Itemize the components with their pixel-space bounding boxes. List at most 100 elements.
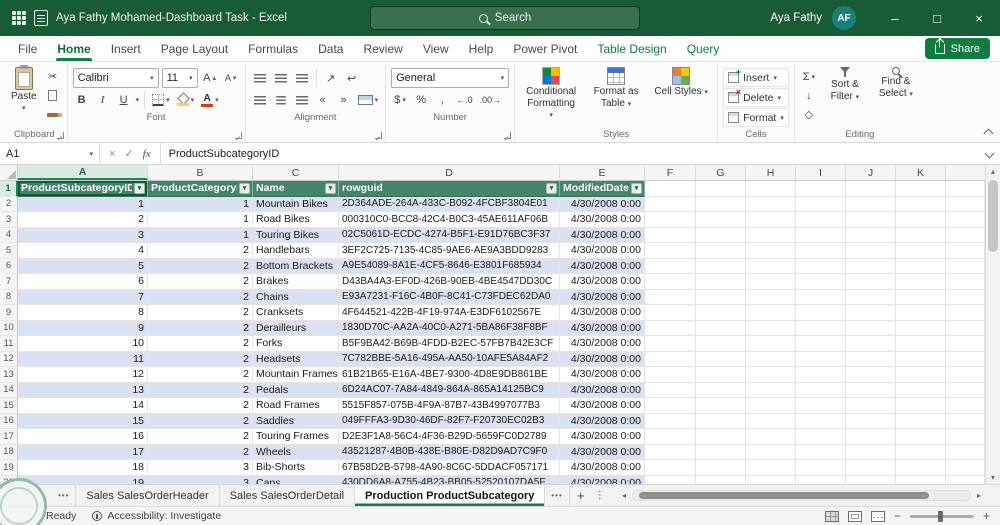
column-header-F[interactable]: F (645, 165, 696, 180)
cell-I3[interactable] (796, 212, 846, 228)
cell-B10[interactable]: 2 (148, 320, 253, 336)
cell-C3[interactable]: Road Bikes (253, 212, 339, 228)
cell-B18[interactable]: 2 (148, 444, 253, 460)
select-all-button[interactable] (0, 165, 18, 180)
row-header-3[interactable]: 3 (0, 212, 18, 228)
row-header-9[interactable]: 9 (0, 305, 18, 321)
cell-G13[interactable] (696, 367, 746, 383)
menu-tab-formulas[interactable]: Formulas (238, 36, 308, 61)
cell-E16[interactable]: 4/30/2008 0:00 (560, 413, 645, 429)
vertical-scroll-thumb[interactable] (988, 180, 998, 252)
sort-filter-button[interactable]: Sort & Filter ▾ (821, 65, 869, 104)
cell-H11[interactable] (746, 336, 796, 352)
cell-I14[interactable] (796, 382, 846, 398)
filter-button-C[interactable]: ▾ (325, 183, 336, 194)
zoom-out-button[interactable]: − (894, 509, 901, 523)
italic-button[interactable]: I (94, 92, 112, 109)
cell-H15[interactable] (746, 398, 796, 414)
cell-C6[interactable]: Bottom Brackets (253, 258, 339, 274)
filter-button-A[interactable]: ▾ (134, 183, 145, 194)
decrease-indent-button[interactable]: « (314, 92, 332, 109)
row-header-7[interactable]: 7 (0, 274, 18, 290)
cell-A2[interactable]: 1 (18, 196, 148, 212)
fill-button[interactable]: ↓ (800, 87, 818, 104)
cell-G14[interactable] (696, 382, 746, 398)
cell-G2[interactable] (696, 196, 746, 212)
cell-H5[interactable] (746, 243, 796, 259)
filter-button-E[interactable]: ▾ (631, 183, 642, 194)
cell-D3[interactable]: 000310C0-BCC8-42C4-B0C3-45AE611AF06B (339, 212, 560, 228)
cell-H9[interactable] (746, 305, 796, 321)
comma-style-button[interactable]: , (433, 92, 451, 109)
accounting-format-button[interactable]: $ ▾ (391, 92, 409, 109)
cell-F6[interactable] (645, 258, 696, 274)
decrease-decimal-button[interactable]: .00→ (478, 92, 504, 109)
cell-C9[interactable]: Cranksets (253, 305, 339, 321)
cell-K3[interactable] (896, 212, 946, 228)
row-header-2[interactable]: 2 (0, 196, 18, 212)
cell-A3[interactable]: 2 (18, 212, 148, 228)
menu-tab-home[interactable]: Home (47, 36, 100, 61)
cell-F18[interactable] (645, 444, 696, 460)
number-dialog-launcher[interactable] (504, 132, 512, 139)
cell-H1[interactable] (746, 181, 796, 197)
cell-J11[interactable] (846, 336, 896, 352)
cell-C15[interactable]: Road Frames (253, 398, 339, 414)
cell-B7[interactable]: 2 (148, 274, 253, 290)
sheet-options-icon[interactable]: ⋮ (592, 485, 608, 506)
column-header-D[interactable]: D (339, 165, 560, 180)
cell-I2[interactable] (796, 196, 846, 212)
sheet-tab-overflow-1[interactable]: ••• (52, 485, 77, 506)
cell-J19[interactable] (846, 460, 896, 476)
cell-E5[interactable]: 4/30/2008 0:00 (560, 243, 645, 259)
menu-tab-review[interactable]: Review (353, 36, 412, 61)
row-header-14[interactable]: 14 (0, 382, 18, 398)
cell-I20[interactable] (796, 475, 846, 484)
insert-function-icon[interactable]: fx (143, 148, 151, 160)
row-header-10[interactable]: 10 (0, 320, 18, 336)
normal-view-button[interactable] (824, 510, 839, 522)
sheet-tab-production-productsubcategory[interactable]: Production ProductSubcategory (355, 485, 546, 506)
cell-B4[interactable]: 1 (148, 227, 253, 243)
horizontal-scrollbar[interactable]: ◂ ▸ (618, 487, 985, 504)
scroll-left-icon[interactable]: ◂ (618, 491, 630, 500)
cell-A11[interactable]: 10 (18, 336, 148, 352)
menu-tab-file[interactable]: File (8, 36, 47, 61)
underline-dropdown[interactable]: ▾ (136, 96, 140, 104)
menu-tab-data[interactable]: Data (308, 36, 353, 61)
format-as-table-button[interactable]: Format as Table ▾ (585, 65, 647, 111)
column-header-H[interactable]: H (746, 165, 796, 180)
cell-C5[interactable]: Handlebars (253, 243, 339, 259)
cell-A10[interactable]: 9 (18, 320, 148, 336)
cell-I12[interactable] (796, 351, 846, 367)
cell-J20[interactable] (846, 475, 896, 484)
zoom-slider[interactable] (909, 510, 974, 522)
cell-K14[interactable] (896, 382, 946, 398)
share-button[interactable]: Share (924, 38, 990, 59)
row-header-12[interactable]: 12 (0, 351, 18, 367)
cell-D17[interactable]: D2E3F1A8-56C4-4F36-B29D-5659FC0D2789 (339, 429, 560, 445)
cell-F3[interactable] (645, 212, 696, 228)
cell-H18[interactable] (746, 444, 796, 460)
conditional-formatting-button[interactable]: Conditional Formatting ▾ (520, 65, 582, 123)
column-header-G[interactable]: G (696, 165, 746, 180)
cell-F15[interactable] (645, 398, 696, 414)
cell-K19[interactable] (896, 460, 946, 476)
filter-button-B[interactable]: ▾ (239, 183, 250, 194)
cell-C18[interactable]: Wheels (253, 444, 339, 460)
cell-B1[interactable]: ProductCategoryID▾ (148, 181, 253, 197)
scroll-up-icon[interactable]: ▴ (991, 165, 995, 178)
maximize-button[interactable]: □ (916, 0, 958, 36)
cell-J3[interactable] (846, 212, 896, 228)
cell-K17[interactable] (896, 429, 946, 445)
cell-H12[interactable] (746, 351, 796, 367)
cell-I15[interactable] (796, 398, 846, 414)
cell-C12[interactable]: Headsets (253, 351, 339, 367)
cell-J9[interactable] (846, 305, 896, 321)
cell-E15[interactable]: 4/30/2008 0:00 (560, 398, 645, 414)
cell-E17[interactable]: 4/30/2008 0:00 (560, 429, 645, 445)
cell-F4[interactable] (645, 227, 696, 243)
cell-G19[interactable] (696, 460, 746, 476)
cell-C14[interactable]: Pedals (253, 382, 339, 398)
percent-style-button[interactable]: % (412, 92, 430, 109)
